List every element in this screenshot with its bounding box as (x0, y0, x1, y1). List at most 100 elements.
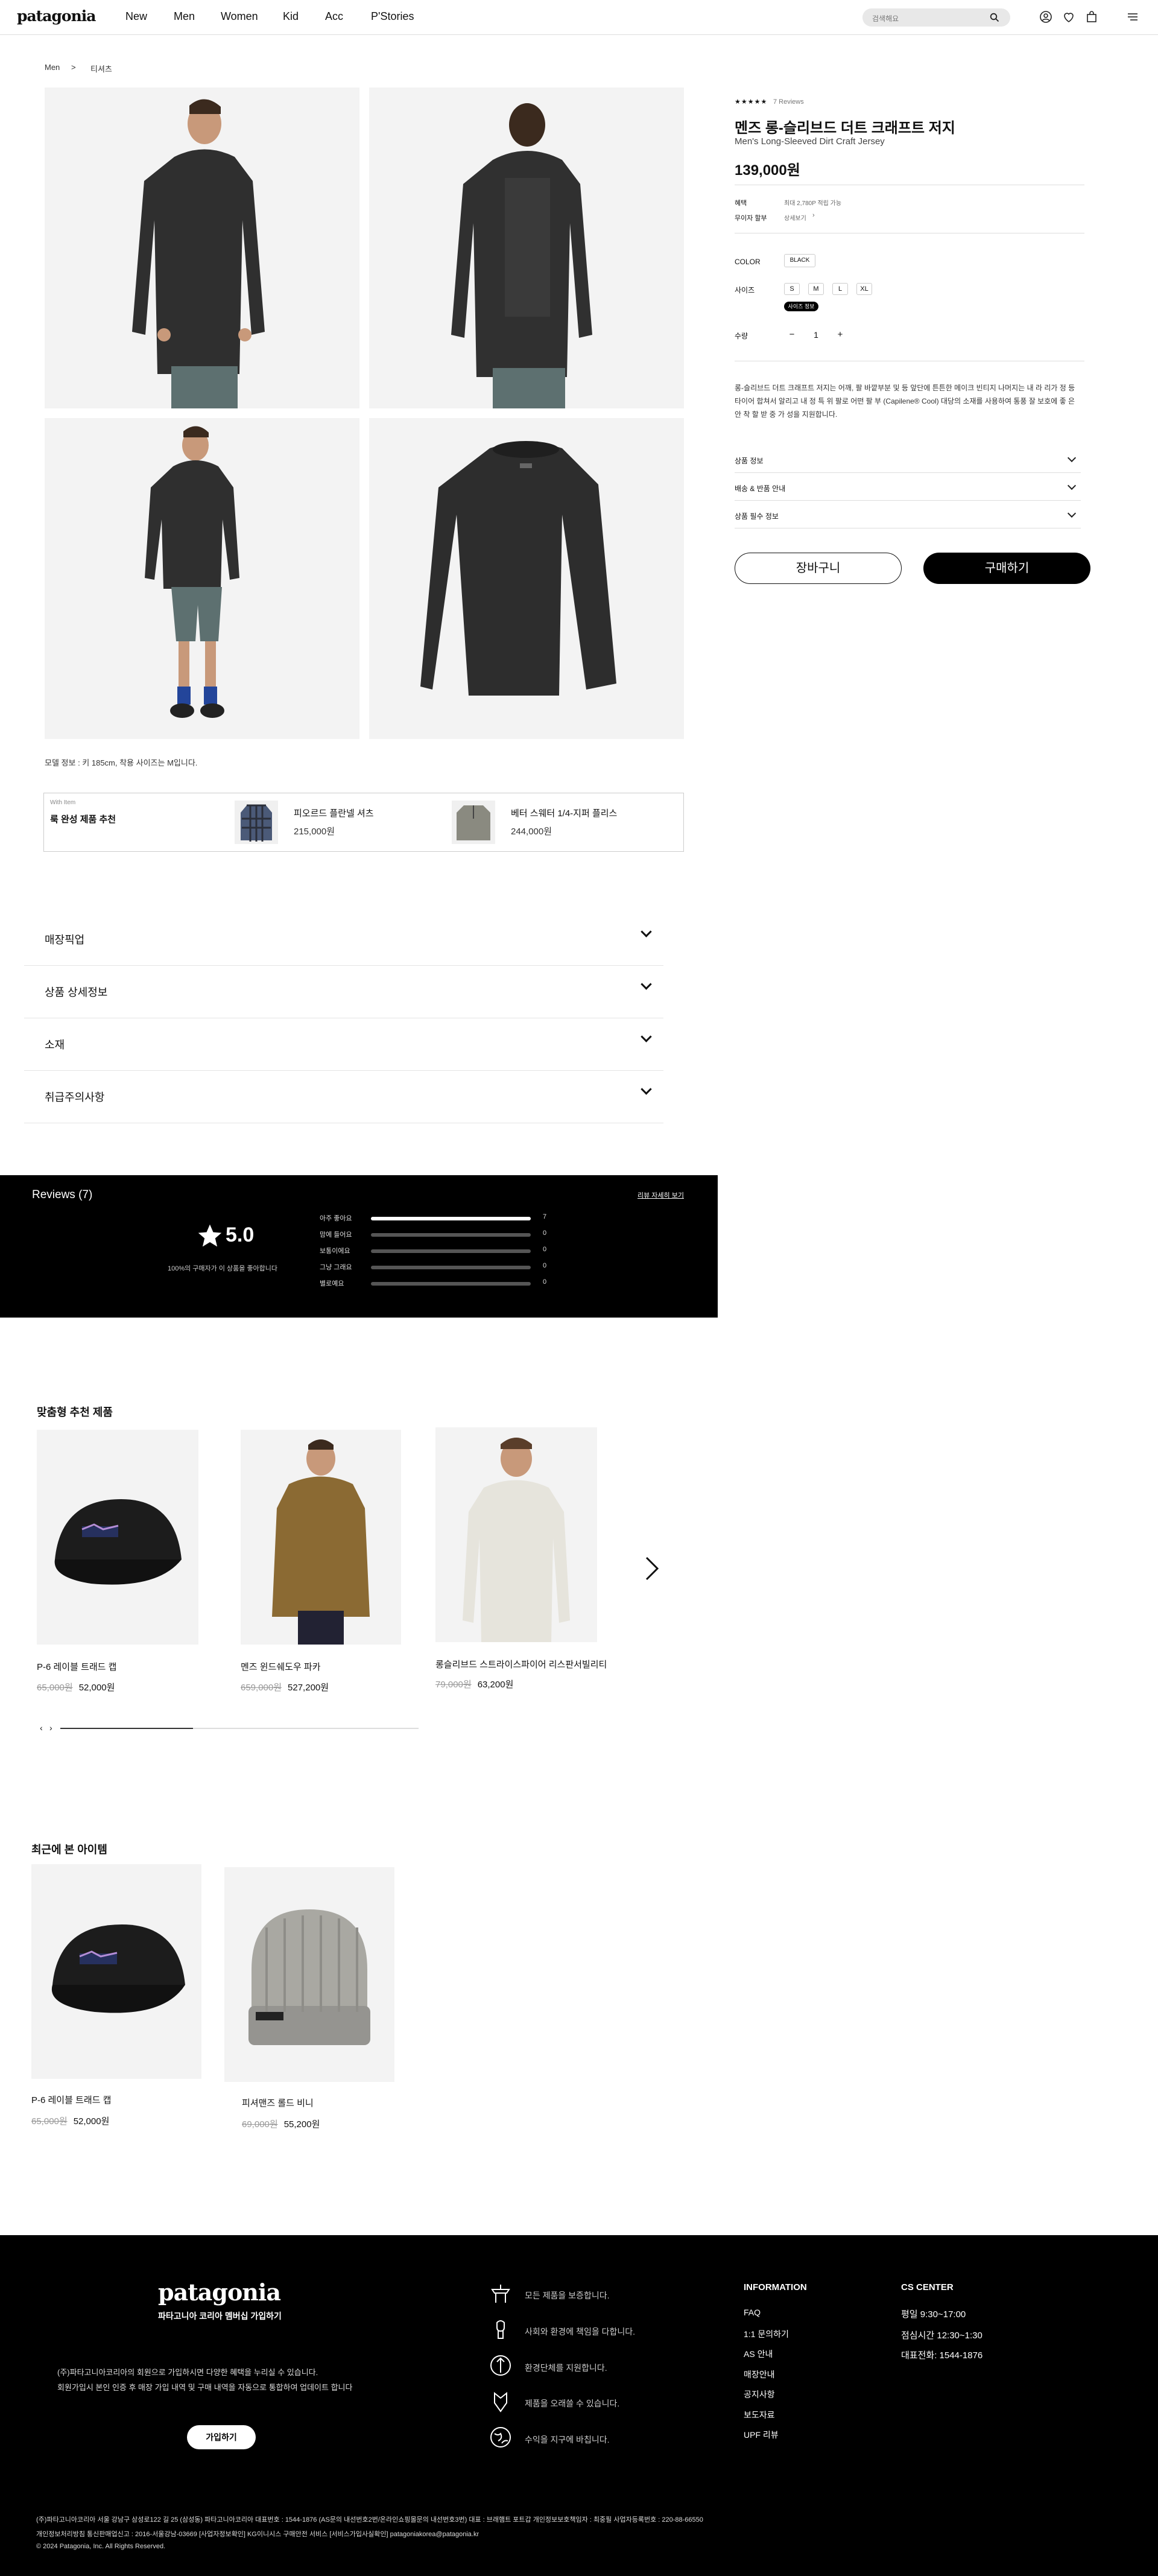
with-item-name-flannel[interactable]: 피오르드 플란넬 셔츠 (294, 807, 374, 819)
section-product-details[interactable]: 상품 상세정보 (24, 966, 663, 1018)
cap-photo (51, 1924, 185, 2013)
rating-bar-fill (371, 1217, 531, 1220)
footer-info-link[interactable]: FAQ (744, 2308, 761, 2317)
parka-photo (272, 1439, 370, 1645)
recommend-name[interactable]: 멘즈 윈드쉐도우 파카 (241, 1660, 321, 1673)
original-price: 69,000원 (242, 2119, 278, 2130)
search-input[interactable]: 검색해요 (862, 8, 1010, 27)
rating-row-count: 0 (543, 1262, 547, 1269)
recommend-name[interactable]: P-6 레이블 트래드 캡 (37, 1660, 116, 1673)
reviews-detail-link[interactable]: 리뷰 자세히 보기 (638, 1190, 684, 1200)
rating-row: 아주 좋아요 7 (320, 1213, 546, 1223)
sale-price: 63,200원 (477, 1680, 514, 1690)
footer-info-link[interactable]: 매장안내 (744, 2368, 775, 2381)
section-store-pickup[interactable]: 매장픽업 (24, 913, 663, 966)
recommend-image-cap[interactable] (37, 1430, 198, 1645)
section-material[interactable]: 소재 (24, 1018, 663, 1071)
rating-row-label: 맘에 들어요 (320, 1231, 352, 1239)
scroll-next-icon[interactable]: › (49, 1723, 52, 1733)
value-durability: 제품을 오래쓸 수 있습니다. (525, 2399, 620, 2408)
footer-info-link[interactable]: 공지사항 (744, 2388, 775, 2400)
accordion-product-info[interactable]: 상품 정보 (735, 445, 1081, 473)
section-label: 매장픽업 (45, 934, 85, 946)
search-icon[interactable] (990, 13, 999, 22)
recent-name[interactable]: P-6 레이블 트래드 캡 (31, 2093, 111, 2106)
earth-globe-icon (490, 2427, 511, 2448)
product-image-model-full[interactable] (45, 418, 359, 739)
original-price: 79,000원 (435, 1680, 472, 1690)
recent-image-beanie[interactable] (224, 1867, 394, 2082)
rating-row-count: 0 (543, 1246, 547, 1253)
size-option-m[interactable]: M (808, 283, 824, 295)
color-option-black[interactable]: BLACK (784, 254, 815, 267)
footer-info-link[interactable]: 1:1 문의하기 (744, 2328, 789, 2340)
recent-name[interactable]: 피셔맨즈 롤드 비니 (242, 2096, 314, 2109)
logo[interactable]: patagonia (17, 7, 96, 25)
nav-women[interactable]: Women (221, 10, 258, 23)
accordion-required-info[interactable]: 상품 필수 정보 (735, 501, 1081, 528)
cart-bag-icon[interactable] (1084, 10, 1099, 24)
product-image-back[interactable] (369, 87, 684, 408)
with-item-thumb-fleece[interactable] (452, 801, 495, 844)
cs-phone[interactable]: 대표전화: 1544-1876 (901, 2349, 982, 2361)
rating-bar-track (371, 1217, 531, 1220)
size-option-l[interactable]: L (832, 283, 848, 295)
size-option-s[interactable]: S (784, 283, 800, 295)
carousel-next-arrow-icon[interactable] (643, 1555, 661, 1582)
footer-info-link[interactable]: 보도자료 (744, 2409, 775, 2421)
with-item-thumb-flannel[interactable] (235, 801, 278, 844)
rating-row-label: 별로예요 (320, 1280, 344, 1287)
quantity-increase-button[interactable]: + (831, 326, 849, 344)
section-label: 소재 (45, 1039, 65, 1051)
footer-logo[interactable]: patagonia (158, 2279, 281, 2306)
installment-detail-link[interactable]: 상세보기 (784, 213, 806, 222)
nav-pstories[interactable]: P'Stories (371, 10, 414, 23)
footer-info-link[interactable]: AS 안내 (744, 2348, 773, 2360)
product-subtitle: Men's Long-Sleeved Dirt Craft Jersey (735, 136, 885, 147)
quantity-value[interactable]: 1 (801, 326, 831, 344)
recent-title: 최근에 본 아이템 (31, 1844, 107, 1856)
recommend-price-row: 659,000원 527,200원 (241, 1681, 329, 1693)
size-option-xl[interactable]: XL (856, 283, 872, 295)
cs-hours: 평일 9:30~17:00 (901, 2309, 966, 2320)
reviews-title: Reviews (7) (32, 1188, 93, 1201)
recent-price-row: 69,000원 55,200원 (242, 2118, 320, 2130)
recommend-image-parka[interactable] (241, 1430, 401, 1645)
rating-bar-track (371, 1282, 531, 1286)
breadcrumb-men[interactable]: Men (45, 63, 60, 72)
size-info-tooltip[interactable]: 사이즈 정보 (784, 302, 818, 311)
nav-kid[interactable]: Kid (283, 10, 299, 23)
carousel-scrollbar[interactable] (60, 1728, 419, 1729)
legal-text: 개인정보처리방침 통신판매업신고 : 2016-서울강남-03669 [사업자정… (36, 2531, 479, 2538)
recent-image-cap[interactable] (31, 1864, 201, 2079)
nav-men[interactable]: Men (174, 10, 195, 23)
nav-acc[interactable]: Acc (325, 10, 343, 23)
section-care[interactable]: 취급주의사항 (24, 1071, 663, 1123)
recommend-name[interactable]: 롱슬리브드 스트라이스파이어 리스판서빌리티 (435, 1658, 607, 1670)
account-icon[interactable] (1039, 10, 1053, 24)
rating-row: 맘에 들어요 0 (320, 1229, 546, 1239)
accordion-shipping-returns[interactable]: 배송 & 반품 안내 (735, 473, 1081, 501)
buy-now-button[interactable]: 구매하기 (923, 553, 1090, 584)
menu-hamburger-icon[interactable] (1125, 10, 1140, 24)
reviews-score: 5.0 (226, 1223, 255, 1246)
wishlist-heart-icon[interactable] (1062, 10, 1076, 24)
scroll-prev-icon[interactable]: ‹ (40, 1723, 43, 1733)
sale-price: 527,200원 (288, 1683, 329, 1693)
breadcrumb-tshirt[interactable]: 티셔츠 (90, 63, 112, 74)
footer-info-link[interactable]: UPF 리뷰 (744, 2429, 779, 2441)
review-count-link[interactable]: 7 Reviews (773, 98, 804, 106)
join-button[interactable]: 가입하기 (187, 2425, 256, 2449)
with-item-name-fleece[interactable]: 베터 스웨터 1/4-지퍼 플리스 (511, 807, 617, 819)
recommend-image-longsleeve[interactable] (435, 1427, 597, 1642)
product-photo-model-full (145, 426, 239, 718)
beanie-photo (248, 1909, 370, 2045)
value-guarantee: 모든 제품을 보증합니다. (525, 2291, 610, 2300)
carousel-scrollbar-thumb[interactable] (60, 1728, 193, 1729)
nav-new[interactable]: New (125, 10, 147, 23)
add-to-cart-button[interactable]: 장바구니 (735, 553, 902, 584)
quantity-decrease-button[interactable]: − (783, 326, 801, 344)
chevron-down-icon (1067, 481, 1077, 490)
product-image-flat[interactable] (369, 418, 684, 739)
product-image-front[interactable] (45, 87, 359, 408)
